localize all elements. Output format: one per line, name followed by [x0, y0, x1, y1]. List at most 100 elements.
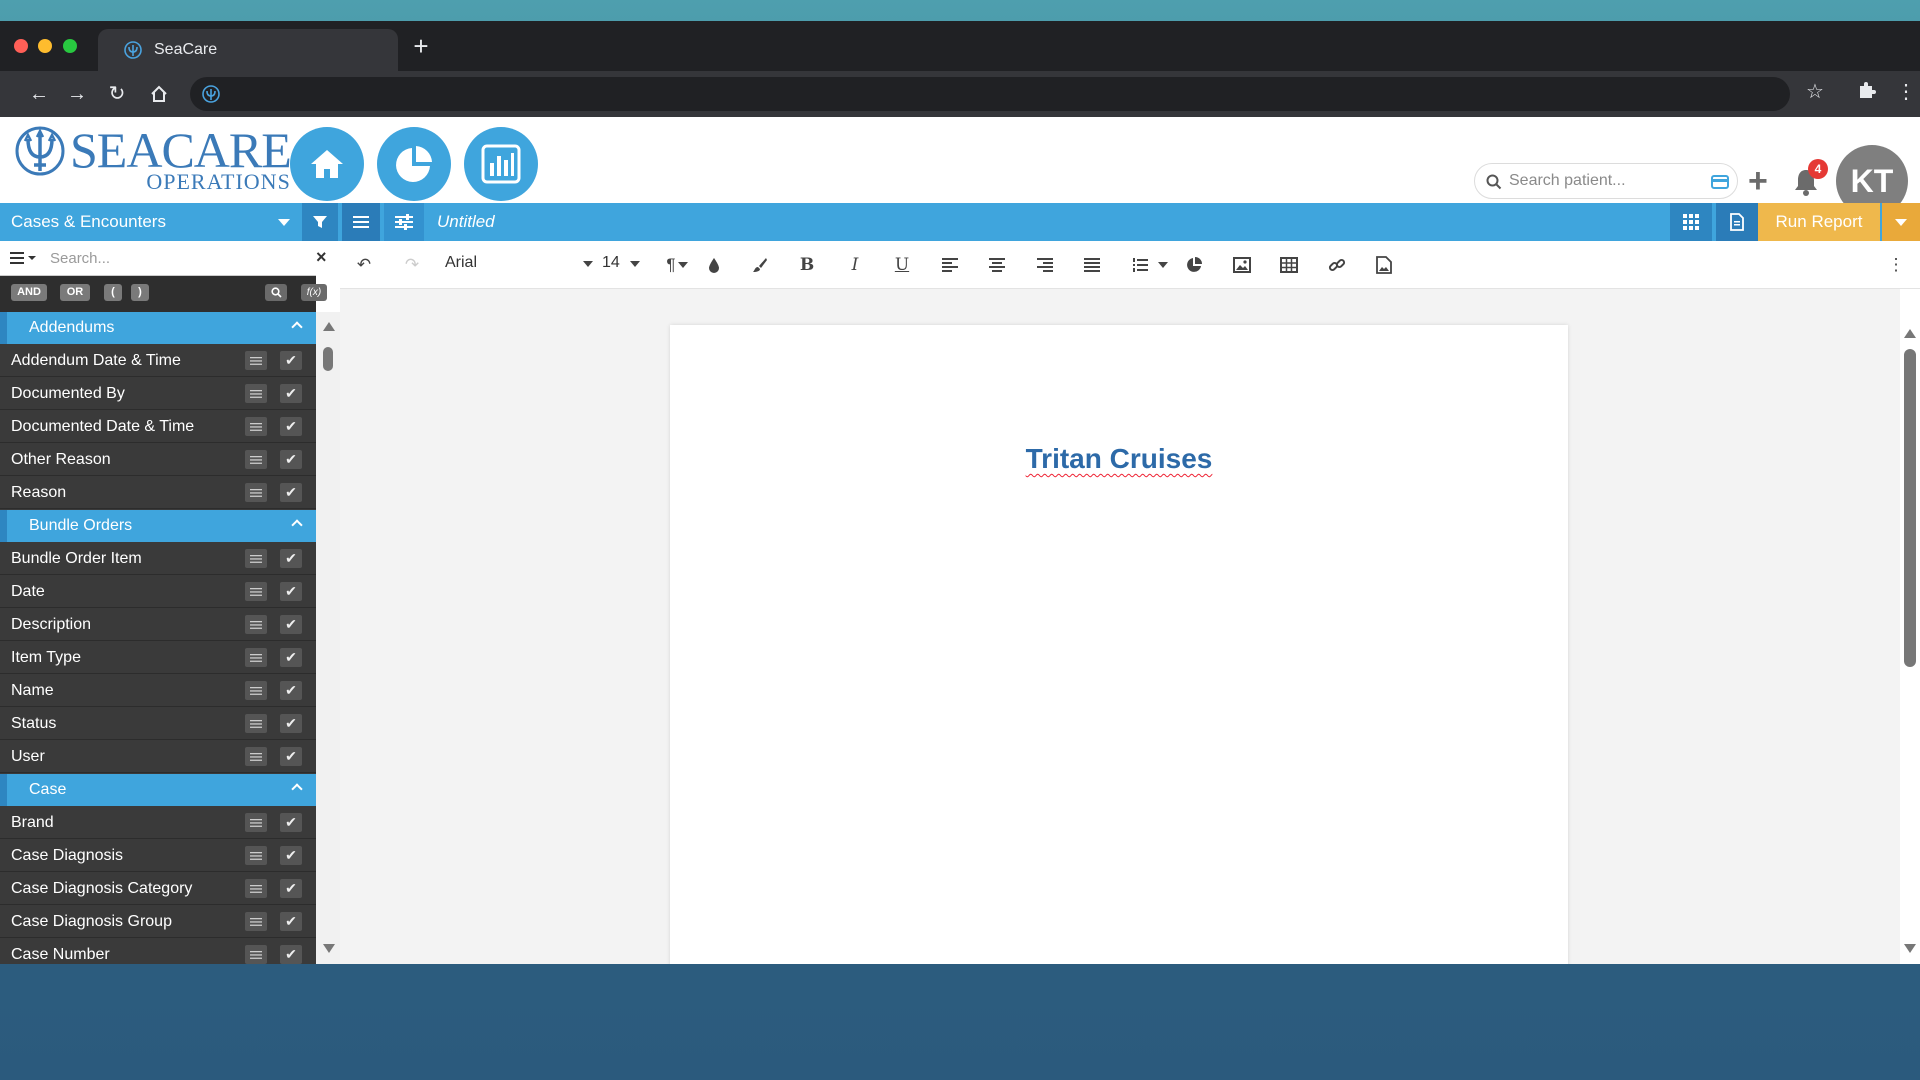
- pie-chart-button[interactable]: [377, 127, 451, 201]
- close-window-button[interactable]: [14, 39, 28, 53]
- bar-chart-button[interactable]: [464, 127, 538, 201]
- reload-icon[interactable]: ↻: [102, 79, 132, 109]
- checkmark-icon[interactable]: ✔: [280, 615, 302, 634]
- field-search-input[interactable]: [50, 246, 270, 270]
- field-options-sliders-icon[interactable]: [245, 846, 267, 865]
- field-item[interactable]: Bundle Order Item ✔: [0, 542, 316, 575]
- checkmark-icon[interactable]: ✔: [280, 351, 302, 370]
- field-item[interactable]: Case Diagnosis Category ✔: [0, 872, 316, 905]
- fields-list-button[interactable]: [342, 203, 380, 241]
- forward-arrow-icon[interactable]: →: [62, 79, 92, 109]
- new-tab-button[interactable]: +: [406, 31, 436, 61]
- more-options-icon[interactable]: ⋮: [1888, 253, 1905, 277]
- field-options-sliders-icon[interactable]: [245, 351, 267, 370]
- checkmark-icon[interactable]: ✔: [280, 681, 302, 700]
- field-options-sliders-icon[interactable]: [245, 384, 267, 403]
- browser-tab-seacare[interactable]: SeaCare: [98, 29, 398, 71]
- field-options-sliders-icon[interactable]: [245, 417, 267, 436]
- align-left-icon[interactable]: [938, 253, 962, 277]
- scrollbar-thumb[interactable]: [1904, 349, 1916, 667]
- extensions-puzzle-icon[interactable]: [1856, 79, 1878, 106]
- underline-icon[interactable]: U: [890, 253, 914, 277]
- field-item[interactable]: Date ✔: [0, 575, 316, 608]
- checkmark-icon[interactable]: ✔: [280, 714, 302, 733]
- id-card-icon[interactable]: [1711, 175, 1729, 189]
- ordered-list-icon[interactable]: [1128, 253, 1152, 277]
- maximize-window-button[interactable]: [63, 39, 77, 53]
- document-heading[interactable]: Tritan Cruises: [670, 443, 1568, 475]
- field-options-sliders-icon[interactable]: [245, 714, 267, 733]
- scroll-down-arrow-icon[interactable]: [1904, 944, 1916, 953]
- close-paren-button[interactable]: ): [131, 284, 149, 301]
- field-options-sliders-icon[interactable]: [245, 813, 267, 832]
- text-color-drop-icon[interactable]: [702, 253, 726, 277]
- insert-table-icon[interactable]: [1277, 253, 1301, 277]
- italic-icon[interactable]: I: [843, 253, 867, 277]
- document-scrollbar[interactable]: [1900, 289, 1920, 964]
- field-options-sliders-icon[interactable]: [245, 879, 267, 898]
- field-item[interactable]: Brand ✔: [0, 806, 316, 839]
- field-item[interactable]: Case Number ✔: [0, 938, 316, 964]
- settings-sliders-button[interactable]: [384, 203, 424, 241]
- back-arrow-icon[interactable]: ←: [24, 79, 54, 109]
- data-source-dropdown[interactable]: Cases & Encounters: [0, 203, 300, 241]
- home-button[interactable]: [290, 127, 364, 201]
- document-view-button[interactable]: [1716, 203, 1758, 241]
- checkmark-icon[interactable]: ✔: [280, 417, 302, 436]
- checkmark-icon[interactable]: ✔: [280, 813, 302, 832]
- search-fields-button[interactable]: [265, 284, 287, 301]
- or-operator-button[interactable]: OR: [60, 284, 90, 301]
- field-item[interactable]: User ✔: [0, 740, 316, 773]
- bookmark-star-icon[interactable]: ☆: [1806, 79, 1824, 104]
- checkmark-icon[interactable]: ✔: [280, 747, 302, 766]
- scrollbar-thumb[interactable]: [323, 347, 333, 371]
- field-item[interactable]: Case Diagnosis Group ✔: [0, 905, 316, 938]
- field-item[interactable]: Item Type ✔: [0, 641, 316, 674]
- font-size-select[interactable]: 14: [602, 254, 642, 272]
- grid-view-button[interactable]: [1670, 203, 1712, 241]
- field-item[interactable]: Addendum Date & Time ✔: [0, 344, 316, 377]
- field-options-sliders-icon[interactable]: [245, 681, 267, 700]
- search-patient-input[interactable]: [1509, 170, 1699, 192]
- insert-image-icon[interactable]: [1230, 253, 1254, 277]
- redo-icon[interactable]: ↷: [400, 253, 424, 277]
- align-right-icon[interactable]: [1033, 253, 1057, 277]
- undo-icon[interactable]: ↶: [352, 253, 376, 277]
- search-patient-box[interactable]: [1474, 163, 1738, 199]
- scroll-up-arrow-icon[interactable]: [323, 322, 335, 331]
- field-options-sliders-icon[interactable]: [245, 582, 267, 601]
- field-options-sliders-icon[interactable]: [245, 945, 267, 964]
- checkmark-icon[interactable]: ✔: [280, 945, 302, 964]
- chart-insert-icon[interactable]: [1182, 253, 1206, 277]
- scroll-up-arrow-icon[interactable]: [1904, 329, 1916, 338]
- function-button[interactable]: f(x): [301, 284, 327, 301]
- field-options-sliders-icon[interactable]: [245, 747, 267, 766]
- field-item[interactable]: Description ✔: [0, 608, 316, 641]
- checkmark-icon[interactable]: ✔: [280, 384, 302, 403]
- minimize-window-button[interactable]: [38, 39, 52, 53]
- seacare-logo[interactable]: SEACARE OPERATIONS: [14, 125, 292, 193]
- field-item[interactable]: Case Diagnosis ✔: [0, 839, 316, 872]
- document-page[interactable]: Tritan Cruises: [670, 325, 1568, 964]
- checkmark-icon[interactable]: ✔: [280, 549, 302, 568]
- align-center-icon[interactable]: [985, 253, 1009, 277]
- field-options-sliders-icon[interactable]: [245, 549, 267, 568]
- checkmark-icon[interactable]: ✔: [280, 846, 302, 865]
- checkmark-icon[interactable]: ✔: [280, 912, 302, 931]
- field-item[interactable]: Documented Date & Time ✔: [0, 410, 316, 443]
- field-list-scrollbar[interactable]: [316, 312, 340, 964]
- site-info-icon[interactable]: [202, 85, 220, 103]
- group-header-addendums[interactable]: Addendums: [0, 312, 316, 344]
- insert-link-icon[interactable]: [1325, 253, 1349, 277]
- scroll-down-arrow-icon[interactable]: [323, 944, 335, 953]
- add-button[interactable]: +: [1748, 161, 1768, 201]
- run-report-button[interactable]: Run Report: [1758, 203, 1880, 241]
- field-options-sliders-icon[interactable]: [245, 450, 267, 469]
- field-item[interactable]: Status ✔: [0, 707, 316, 740]
- insert-file-image-icon[interactable]: [1372, 253, 1396, 277]
- checkmark-icon[interactable]: ✔: [280, 483, 302, 502]
- field-options-sliders-icon[interactable]: [245, 483, 267, 502]
- group-header-case[interactable]: Case: [0, 774, 316, 806]
- checkmark-icon[interactable]: ✔: [280, 879, 302, 898]
- align-justify-icon[interactable]: [1080, 253, 1104, 277]
